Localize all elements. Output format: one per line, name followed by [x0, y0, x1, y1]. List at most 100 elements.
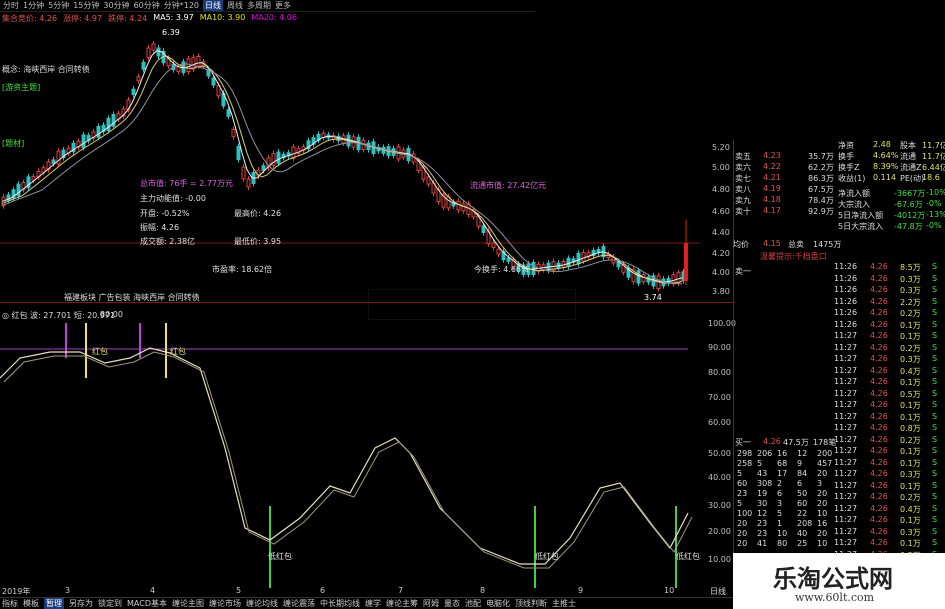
tick-time: 11:27: [834, 538, 858, 547]
candle: [226, 109, 231, 117]
queue-cell: 20: [737, 529, 748, 538]
tick-side: S: [932, 538, 938, 547]
bottom-tab[interactable]: 另存为: [69, 598, 93, 609]
tick-time: 11:26: [834, 296, 858, 306]
bottom-tab[interactable]: 量态: [444, 598, 460, 609]
low-label: 3.74: [644, 293, 662, 302]
bottom-tab[interactable]: 缠论主图: [172, 598, 204, 609]
tick-price: 4.26: [870, 354, 888, 363]
period-tab[interactable]: 分时: [3, 0, 19, 11]
tick-price: 4.26: [870, 446, 888, 455]
tick-vol: 0.1万: [900, 447, 921, 456]
period-tab-active[interactable]: 日线: [203, 0, 224, 11]
period-tab[interactable]: 60分钟: [134, 0, 160, 11]
candle: [106, 117, 111, 132]
flow-pct: -0%: [926, 221, 942, 230]
candle: [96, 126, 101, 138]
bottom-tab[interactable]: 模板: [23, 598, 39, 609]
queue-cell: 25: [797, 539, 808, 548]
ma-item: MA10: 3.90: [199, 13, 246, 22]
bottom-tab[interactable]: 缠论市场: [209, 598, 241, 609]
tick-vol: 2.2万: [900, 297, 921, 307]
bottom-tab[interactable]: MACD基本: [127, 598, 167, 609]
period-tab[interactable]: 1分钟: [23, 0, 44, 11]
period-tab[interactable]: 5分钟: [48, 0, 69, 11]
tick-side: S: [932, 342, 938, 352]
watermark: 乐淘公式网 www.60lt.com: [733, 553, 945, 609]
flow-row: 5日净流入额 -4012万 -13%: [838, 210, 945, 221]
bottom-tab[interactable]: 主推士: [552, 598, 576, 609]
tick-side: S: [932, 457, 938, 467]
tick-row: 11:27 4.26 0.2万 S: [810, 343, 945, 354]
tick-time: 11:27: [834, 377, 858, 386]
candle: [81, 134, 86, 149]
candle: [211, 77, 216, 86]
tick-side: S: [932, 273, 938, 283]
candle: [51, 159, 56, 164]
queue-cell: 6: [777, 489, 783, 498]
indicator-chart[interactable]: [0, 318, 700, 588]
candle: [641, 274, 646, 283]
bottom-tab[interactable]: 顶线判断: [515, 598, 547, 609]
bottom-tab[interactable]: 中长期均线: [320, 598, 360, 609]
info-line: 开盘: -0.52%: [140, 209, 190, 218]
candlestick-chart[interactable]: [0, 25, 700, 300]
bottom-tab[interactable]: 指标: [2, 598, 18, 609]
period-tab-extra[interactable]: 分钟*120: [164, 0, 199, 11]
tick-time: 11:27: [834, 354, 858, 363]
ask-vol: 92.9万: [808, 207, 834, 216]
bottom-tab[interactable]: 缠论震荡: [283, 598, 315, 609]
tick-row: 11:26 4.26 0.3万 S: [810, 274, 945, 285]
flow-label: 大宗流入: [838, 200, 870, 209]
queue-cell: 23: [757, 529, 768, 538]
tick-time: 11:26: [834, 319, 858, 329]
tick-vol: 0.3万: [900, 470, 921, 479]
tick-time: 11:27: [834, 411, 858, 421]
tick-row: 11:27 4.26 0.3万 S: [810, 527, 945, 538]
indicator-axis: 100.00 90.00 80.00 70.00 60.00 50.00 40.…: [700, 305, 736, 595]
queue-cell: 41: [757, 539, 768, 548]
right-tab[interactable]: 日线: [710, 586, 726, 597]
stat-label: 换手Z: [838, 163, 860, 172]
tick-side: S: [932, 377, 938, 386]
period-tab[interactable]: 更多: [275, 0, 291, 11]
tick-time: 11:27: [834, 480, 858, 490]
depth-note-text[interactable]: 温馨提示:千档盘口: [760, 252, 827, 261]
tick-time: 11:27: [834, 526, 858, 536]
tick-price: 4.26: [870, 365, 888, 375]
bottom-tab[interactable]: 缠论主筹: [386, 598, 418, 609]
tag-label[interactable]: [题材]: [2, 138, 24, 149]
bottom-tab[interactable]: 缠学: [365, 598, 381, 609]
tick-vol: 0.3万: [900, 274, 921, 284]
depth-note[interactable]: 温馨提示:千档盘口: [760, 251, 827, 262]
flow-row: 5日大宗流入 -47.8万 -0%: [838, 221, 945, 232]
queue-cell: 5: [757, 459, 763, 468]
x-axis: 2019年 3 4 5 6 7 8 9 10: [0, 586, 700, 597]
tick-side: S: [932, 262, 938, 271]
queue-cell: 84: [797, 469, 808, 478]
queue-cell: 1: [777, 519, 783, 528]
bottom-tab[interactable]: 锁定到: [98, 598, 122, 609]
period-tab[interactable]: 周线: [227, 0, 243, 11]
bottom-tab[interactable]: 缠论均线: [246, 598, 278, 609]
bottom-tab[interactable]: 电脑化: [486, 598, 510, 609]
bottom-tab[interactable]: 暂理: [44, 598, 64, 609]
ma10-line: [1, 55, 683, 284]
queue-cell: 23: [737, 489, 748, 498]
bottom-tab[interactable]: 池配: [465, 598, 481, 609]
period-tab[interactable]: 多周期: [247, 0, 271, 11]
tick-side: S: [932, 308, 938, 317]
ma-item: 集合竞价: 4.26: [2, 14, 58, 23]
sell-one-label: 卖一: [735, 267, 751, 276]
avg-value: 4.15: [763, 239, 781, 248]
tick-price: 4.26: [870, 319, 888, 329]
tick-price: 4.26: [870, 262, 888, 271]
period-tab[interactable]: 30分钟: [103, 0, 129, 11]
tag-label[interactable]: [游资主题]: [2, 82, 40, 93]
price-tick: 4.20: [712, 249, 730, 258]
flow-pct: -13%: [926, 210, 945, 219]
bottom-tab[interactable]: 阿姆: [423, 598, 439, 609]
info-line: 总市值: 76手 = 2.77万元: [140, 179, 234, 188]
period-tab[interactable]: 15分钟: [73, 0, 99, 11]
queue-cell: 6: [797, 479, 803, 488]
